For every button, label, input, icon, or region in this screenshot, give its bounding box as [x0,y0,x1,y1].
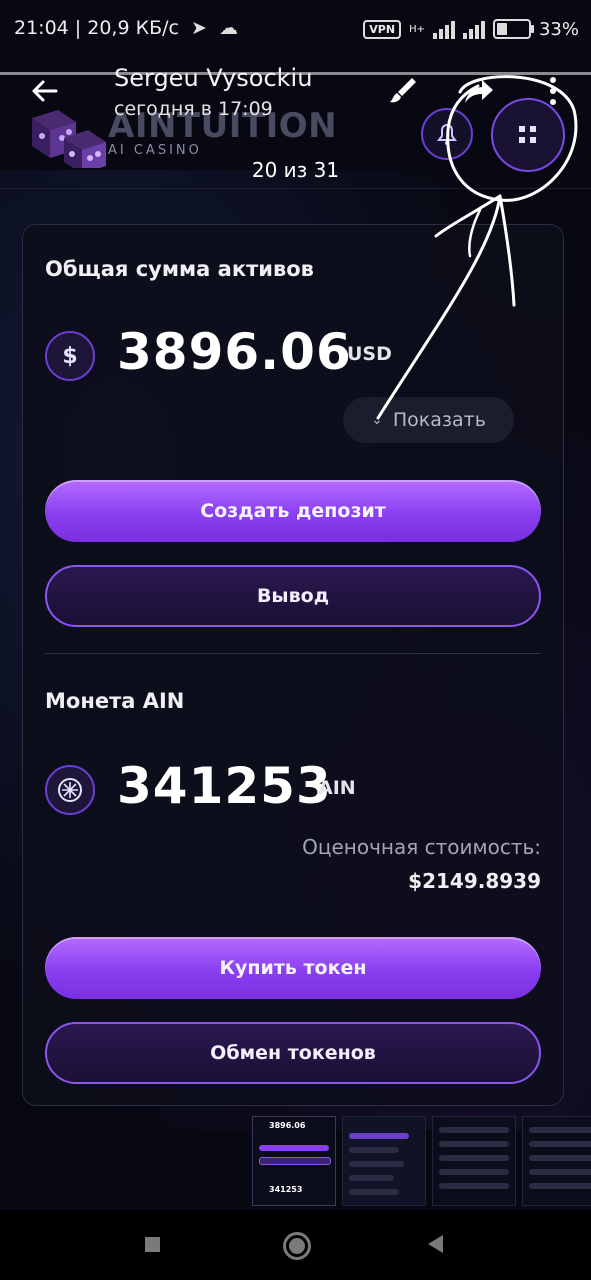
recents-square-icon[interactable] [145,1237,160,1252]
create-deposit-button[interactable]: Создать депозит [45,480,541,542]
assets-amount: 3896.06 [117,323,352,381]
show-button[interactable]: ⌄ Показать [343,397,514,443]
telegram-icon: ➤ [191,17,207,39]
ain-symbol-icon [58,778,82,802]
estimated-value-label: Оценочная стоимость: [302,835,541,859]
battery-percent: 33% [538,18,579,40]
coin-unit: AIN [318,777,356,799]
bell-icon [437,124,457,145]
share-icon[interactable] [462,74,496,108]
thumb-amount: 3896.06 [269,1121,306,1130]
assets-title: Общая сумма активов [45,257,314,281]
buy-token-button[interactable]: Купить токен [45,937,541,999]
vpn-badge: VPN [363,19,402,39]
notifications-button[interactable] [421,108,473,160]
token-exchange-button[interactable]: Обмен токенов [45,1022,541,1084]
arrow-left-icon[interactable] [28,74,62,108]
status-time: 21:04 | 20,9 КБ/с ➤ ☁ [14,17,238,39]
status-bar: 21:04 | 20,9 КБ/с ➤ ☁ VPN H+ 33% [0,0,591,58]
more-vertical-icon[interactable] [536,74,570,108]
assets-currency: USD [347,343,392,365]
header-divider [0,188,591,189]
signal-icon-2 [462,19,485,39]
sent-date: сегодня в 17:09 [114,98,273,120]
home-circle-icon[interactable] [283,1232,311,1260]
brush-icon[interactable] [386,74,420,108]
image-counter: 20 из 31 [251,158,340,182]
wallet-card: Общая сумма активов $ 3896.06 USD ⌄ Пока… [22,224,564,1106]
section-divider [45,653,541,654]
thumb-coin: 341253 [269,1185,303,1194]
estimated-value: $2149.8939 [408,869,541,893]
chevron-down-icon: ⌄ [371,412,383,428]
thumbnail-current[interactable]: 3896.06 341253 [252,1116,336,1206]
dollar-coin-icon: $ [45,331,95,381]
signal-icon [432,19,455,39]
ain-coin-icon [45,765,95,815]
show-label: Показать [392,409,486,431]
coin-title: Монета AIN [45,689,185,713]
sender-name: Sergeu Vysockiu [114,64,313,92]
thumbnail-strip: 3896.06 341253 [252,1116,591,1208]
thumbnail-item[interactable] [522,1116,591,1206]
withdraw-button[interactable]: Вывод [45,565,541,627]
cloud-icon: ☁ [218,17,238,39]
battery-icon [492,19,534,39]
coin-amount: 341253 [117,757,332,815]
thumbnail-item[interactable] [432,1116,516,1206]
thumbnail-item[interactable] [342,1116,426,1206]
back-triangle-icon[interactable] [428,1235,443,1253]
network-type: H+ [409,23,425,35]
status-right: VPN H+ 33% [363,16,579,42]
status-time-speed: 21:04 | 20,9 КБ/с [14,17,179,39]
logo-subtitle: AI CASINO [108,143,202,158]
